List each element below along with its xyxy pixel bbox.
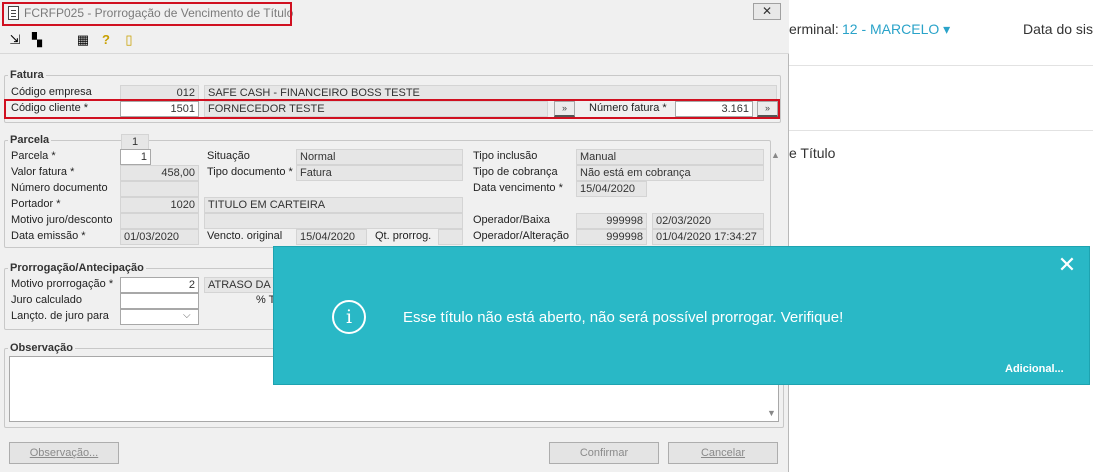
exit-icon[interactable]: ▯: [121, 32, 137, 48]
juro-pct-label: % T: [256, 294, 276, 306]
confirmar-button[interactable]: Confirmar: [549, 442, 659, 464]
operador-alteracao-label: Operador/Alteração: [473, 230, 569, 242]
prorrogacao-title: Prorrogação/Antecipação: [8, 262, 146, 274]
operador-baixa-label: Operador/Baixa: [473, 214, 551, 226]
chevron-down-icon[interactable]: ⌵: [183, 310, 191, 321]
data-vencimento-label: Data vencimento *: [473, 182, 563, 194]
toast-message: Esse título não está aberto, não será po…: [403, 309, 844, 326]
parcela-input[interactable]: 1: [120, 149, 151, 165]
help-icon[interactable]: ?: [98, 32, 114, 48]
portador-field: 1020: [120, 197, 199, 213]
situacao-field: Normal: [296, 149, 463, 165]
divider: [789, 130, 1093, 131]
situacao-label: Situação: [207, 150, 250, 162]
fatura-lookup-button[interactable]: »: [757, 101, 778, 117]
dialog-window: FCRFP025 - Prorrogação de Vencimento de …: [0, 0, 789, 472]
grid-icon[interactable]: ▚: [29, 32, 45, 48]
notification-toast: ✕ i Esse título não está aberto, não ser…: [274, 247, 1089, 384]
info-icon: i: [332, 300, 366, 334]
cancelar-button[interactable]: Cancelar: [668, 442, 778, 464]
toast-more-link[interactable]: Adicional...: [1005, 363, 1064, 375]
parcela-tab[interactable]: 1: [121, 134, 149, 150]
operador-baixa-field: 999998: [576, 213, 647, 229]
data-emissao-field: 01/03/2020: [120, 229, 199, 245]
codigo-cliente-input[interactable]: 1501: [120, 101, 199, 117]
cliente-nome-field: FORNECEDOR TESTE: [204, 101, 548, 117]
observacao-title: Observação: [8, 342, 75, 354]
vencto-original-field: 15/04/2020: [296, 229, 367, 245]
motivo-juro-label: Motivo juro/desconto: [11, 214, 113, 226]
scroll-down-icon[interactable]: ▼: [767, 408, 776, 418]
toolbar: ⇲ ▚ ▦ ? ▯: [0, 28, 789, 54]
arrow-in-icon[interactable]: ⇲: [7, 32, 23, 48]
observacao-button[interactable]: Observação...: [9, 442, 119, 464]
motivo-prorrogacao-label: Motivo prorrogação *: [11, 278, 114, 290]
motivo-juro-field: [120, 213, 199, 229]
lancto-juro-label: Lançto. de juro para: [11, 310, 109, 322]
tipo-documento-field: Fatura: [296, 165, 463, 181]
tipo-inclusao-field: Manual: [576, 149, 764, 165]
juro-calculado-input[interactable]: [120, 293, 199, 309]
title-highlight-box: [2, 2, 292, 26]
fatura-title: Fatura: [8, 69, 46, 81]
parcela-title: Parcela: [8, 134, 52, 146]
codigo-empresa-label: Código empresa: [11, 86, 92, 98]
operador-baixa-data-field: 02/03/2020: [652, 213, 764, 229]
data-emissao-label: Data emissão *: [11, 230, 86, 242]
valor-fatura-label: Valor fatura *: [11, 166, 75, 178]
numero-documento-field: [120, 181, 199, 197]
numero-documento-label: Número documento: [11, 182, 108, 194]
page-title-fragment: e Título: [789, 145, 836, 161]
motivo-prorrogacao-input[interactable]: 2: [120, 277, 199, 293]
close-button[interactable]: ✕: [753, 3, 781, 20]
parcela-label: Parcela *: [11, 150, 56, 162]
numero-fatura-input[interactable]: 3.161: [675, 101, 753, 117]
operador-alteracao-data-field: 01/04/2020 17:34:27: [652, 229, 764, 245]
codigo-cliente-label: Código cliente *: [11, 102, 89, 114]
juro-calculado-label: Juro calculado: [11, 294, 82, 306]
system-date-label: Data do sis: [1023, 21, 1093, 37]
tipo-documento-label: Tipo documento *: [207, 166, 293, 178]
background-app: erminal: 12 - MARCELO ▾ Data do sis e Tí…: [789, 0, 1093, 472]
scroll-up-icon[interactable]: ▲: [771, 150, 781, 164]
cliente-lookup-button[interactable]: »: [554, 101, 575, 117]
numero-fatura-label: Número fatura *: [589, 102, 667, 114]
motivo-prorrogacao-nome-field: ATRASO DA T: [204, 277, 274, 293]
portador-nome-field: TITULO EM CARTEIRA: [204, 197, 463, 213]
qt-prorrog-field: [438, 229, 463, 245]
tipo-inclusao-label: Tipo inclusão: [473, 150, 538, 162]
tipo-cobranca-field: Não está em cobrança: [576, 165, 764, 181]
motivo-juro-desc-field: [204, 213, 463, 229]
title-bar: FCRFP025 - Prorrogação de Vencimento de …: [0, 0, 789, 28]
operador-alteracao-field: 999998: [576, 229, 647, 245]
vencto-original-label: Vencto. original: [207, 230, 283, 242]
tipo-cobranca-label: Tipo de cobrança: [473, 166, 558, 178]
qt-prorrog-label: Qt. prorrog.: [375, 230, 432, 242]
terminal-label: erminal:: [789, 21, 839, 37]
valor-fatura-field: 458,00: [120, 165, 199, 181]
data-vencimento-field: 15/04/2020: [576, 181, 647, 197]
calculator-icon[interactable]: ▦: [75, 32, 91, 48]
divider: [789, 65, 1093, 66]
close-icon[interactable]: ✕: [1057, 254, 1077, 276]
terminal-dropdown[interactable]: 12 - MARCELO ▾: [842, 21, 950, 38]
portador-label: Portador *: [11, 198, 61, 210]
